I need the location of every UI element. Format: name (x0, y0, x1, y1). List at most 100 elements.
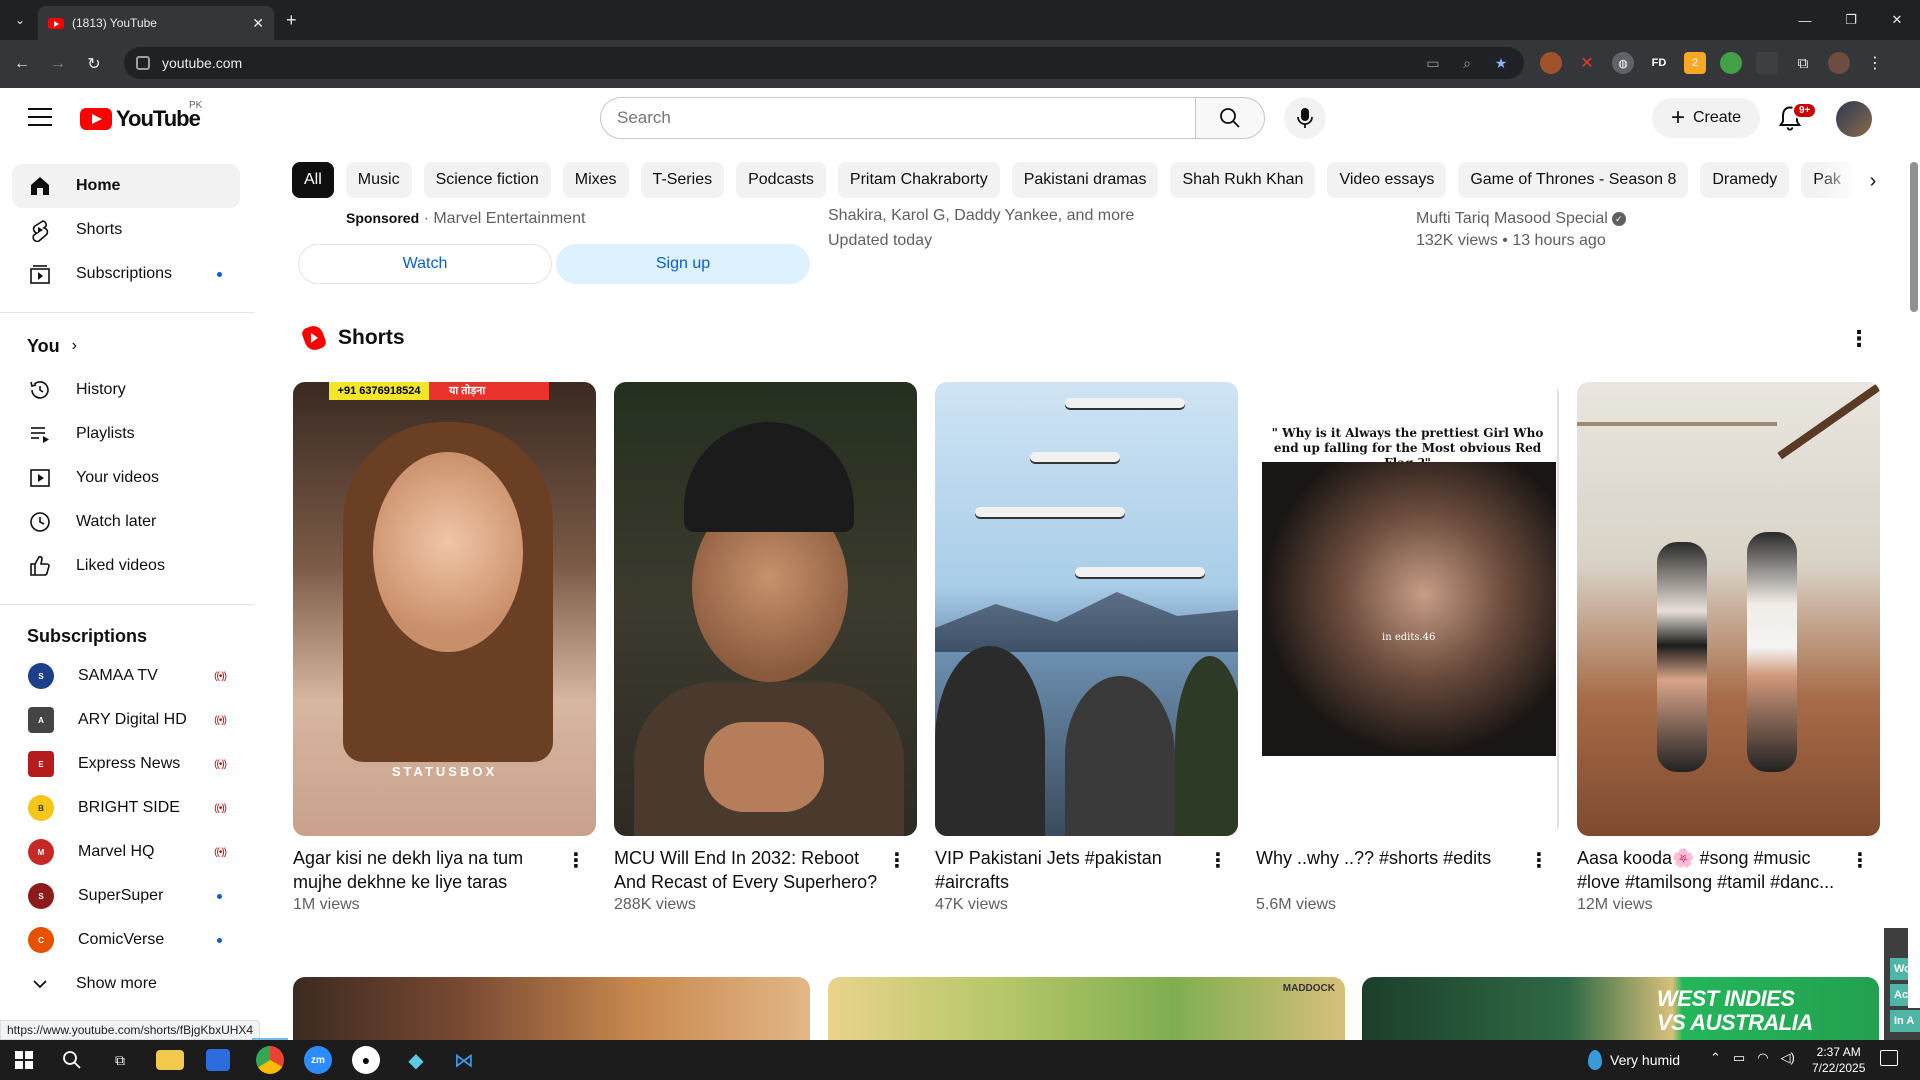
sidebar-show-more[interactable]: Show more (12, 962, 240, 1006)
channel-name[interactable]: Mufti Tariq Masood Special (1416, 210, 1608, 227)
short-title[interactable]: Why ..why ..?? #shorts #edits (1256, 846, 1521, 894)
sidebar-channel-marvel-hq[interactable]: M Marvel HQ ((•)) (12, 830, 240, 874)
sidebar-channel-ary-digital-hd[interactable]: A ARY Digital HD ((•)) (12, 698, 240, 742)
chip-t-series[interactable]: T-Series (640, 162, 725, 198)
tray-chevron-up-icon[interactable]: ⌃ (1710, 1050, 1721, 1066)
address-url[interactable]: youtube.com (162, 55, 1424, 71)
sidebar-channel-bright-side[interactable]: B BRIGHT SIDE ((•)) (12, 786, 240, 830)
tab-close-icon[interactable]: ✕ (252, 15, 264, 32)
youtube-logo[interactable]: YouTube PK (80, 100, 202, 132)
notification-center-icon[interactable] (1880, 1050, 1898, 1066)
restore-icon[interactable]: ❐ (1828, 0, 1874, 40)
extension-green-icon[interactable] (1720, 52, 1742, 74)
chrome-icon[interactable] (256, 1046, 284, 1074)
short-thumbnail[interactable] (614, 382, 917, 836)
short-title[interactable]: MCU Will End In 2032: Reboot And Recast … (614, 846, 879, 894)
short-thumbnail[interactable]: " Why is it Always the prettiest Girl Wh… (1256, 382, 1559, 836)
taskbar-search-icon[interactable] (58, 1046, 86, 1074)
battery-icon[interactable]: ▭ (1733, 1050, 1745, 1066)
reload-icon[interactable]: ↻ (82, 52, 106, 76)
sidebar-channel-samaa-tv[interactable]: S SAMAA TV ((•)) (12, 654, 240, 698)
more-actions-icon[interactable]: ⋮ (1529, 848, 1549, 873)
extension-x-icon[interactable]: ✕ (1576, 52, 1598, 74)
shelf-more-icon[interactable]: ⋮ (1848, 326, 1870, 352)
sponsor-name[interactable]: Marvel Entertainment (433, 210, 585, 227)
sidebar-you-heading[interactable]: You › (12, 324, 240, 368)
extension-fd-icon[interactable]: FD (1648, 52, 1670, 74)
overlay-item[interactable]: In A (1890, 1010, 1920, 1032)
voice-search-button[interactable] (1284, 97, 1326, 139)
profile-avatar-icon[interactable] (1828, 52, 1850, 74)
search-input[interactable] (617, 108, 1195, 128)
chevron-right-icon[interactable]: › (1858, 166, 1888, 196)
cast-icon[interactable]: ▭ (1424, 55, 1442, 72)
extension-grey-icon[interactable] (1756, 52, 1778, 74)
watch-button[interactable]: Watch (298, 244, 552, 284)
zoom-app-icon[interactable]: zm (304, 1046, 332, 1074)
chip-shah-rukh-khan[interactable]: Shah Rukh Khan (1170, 162, 1316, 198)
video-thumbnail[interactable]: WEST INDIES VS AUSTRALIA (1362, 977, 1879, 1040)
chip-dramedy[interactable]: Dramedy (1700, 162, 1790, 198)
app-icon[interactable]: ● (352, 1046, 380, 1074)
back-icon[interactable]: ← (10, 52, 34, 76)
minimize-icon[interactable]: — (1782, 0, 1828, 40)
more-actions-icon[interactable]: ⋮ (887, 848, 907, 873)
chip-pakistani-dramas[interactable]: Pakistani dramas (1011, 162, 1159, 198)
extension-globe-icon[interactable]: ◍ (1612, 52, 1634, 74)
short-thumbnail[interactable] (1577, 382, 1880, 836)
browser-tab-youtube[interactable]: (1813) YouTube ✕ (38, 6, 274, 40)
hamburger-menu-icon[interactable] (28, 108, 52, 126)
sidebar-item-shorts[interactable]: Shorts (12, 208, 240, 252)
video-thumbnail[interactable] (293, 977, 810, 1040)
video-thumbnail[interactable]: MADDOCK (828, 977, 1345, 1040)
sidebar-item-liked-videos[interactable]: Liked videos (12, 544, 240, 588)
extension-avatar-icon[interactable] (1540, 52, 1562, 74)
sidebar-channel-comicverse[interactable]: C ComicVerse (12, 918, 240, 962)
short-card[interactable]: " Why is it Always the prettiest Girl Wh… (1256, 382, 1559, 914)
close-window-icon[interactable]: ✕ (1874, 0, 1920, 40)
tab-search-button[interactable]: ⌄ (8, 8, 32, 32)
app-diamond-icon[interactable]: ◆ (402, 1046, 430, 1074)
short-title[interactable]: Aasa kooda🌸 #song #music #love #tamilson… (1577, 846, 1842, 894)
taskbar-clock[interactable]: 2:37 AM 7/22/2025 (1812, 1044, 1865, 1076)
chip-pritam-chakraborty[interactable]: Pritam Chakraborty (837, 162, 1000, 198)
scrollbar-thumb[interactable] (1910, 162, 1918, 312)
new-tab-button[interactable]: + (286, 10, 297, 31)
chip-all[interactable]: All (292, 162, 334, 198)
short-title[interactable]: VIP Pakistani Jets #pakistan #aircrafts (935, 846, 1200, 894)
chip-video-essays[interactable]: Video essays (1327, 162, 1447, 198)
extension-badge-icon[interactable]: 2 (1684, 52, 1706, 74)
more-actions-icon[interactable]: ⋮ (566, 848, 586, 873)
vscode-icon[interactable]: ⋈ (450, 1046, 478, 1074)
chip-music[interactable]: Music (345, 162, 412, 198)
chip-science-fiction[interactable]: Science fiction (423, 162, 551, 198)
short-thumbnail[interactable]: +91 6376918524 या तोड़ना STATUSBOX (293, 382, 596, 836)
sidebar-item-your-videos[interactable]: Your videos (12, 456, 240, 500)
zoom-icon[interactable]: ⌕ (1458, 55, 1476, 72)
address-bar[interactable]: youtube.com ▭ ⌕ ★ (124, 47, 1524, 79)
file-explorer-icon[interactable] (156, 1050, 184, 1070)
short-card[interactable]: +91 6376918524 या तोड़ना STATUSBOX Agar … (293, 382, 596, 914)
sidebar-item-subscriptions[interactable]: Subscriptions (12, 252, 240, 296)
forward-icon[interactable]: → (46, 52, 70, 76)
chip-mixes[interactable]: Mixes (562, 162, 629, 198)
create-button[interactable]: + Create (1652, 98, 1760, 138)
short-card[interactable]: VIP Pakistani Jets #pakistan #aircrafts … (935, 382, 1238, 914)
sidebar-item-watch-later[interactable]: Watch later (12, 500, 240, 544)
sidebar-item-home[interactable]: Home (12, 164, 240, 208)
browser-menu-icon[interactable]: ⋮ (1864, 52, 1886, 74)
account-avatar[interactable] (1836, 101, 1872, 137)
search-button[interactable] (1195, 97, 1265, 139)
bookmark-star-icon[interactable]: ★ (1492, 55, 1510, 72)
short-thumbnail[interactable] (935, 382, 1238, 836)
chip-podcasts[interactable]: Podcasts (736, 162, 826, 198)
sidebar-item-history[interactable]: History (12, 368, 240, 412)
search-box[interactable] (600, 97, 1196, 139)
windows-start-icon[interactable] (10, 1046, 38, 1074)
short-card[interactable]: MCU Will End In 2032: Reboot And Recast … (614, 382, 917, 914)
sign-up-button[interactable]: Sign up (556, 244, 810, 284)
sidebar-item-playlists[interactable]: Playlists (12, 412, 240, 456)
more-actions-icon[interactable]: ⋮ (1208, 848, 1228, 873)
store-icon[interactable] (206, 1049, 230, 1071)
chip-game-of-thrones[interactable]: Game of Thrones - Season 8 (1458, 162, 1689, 198)
